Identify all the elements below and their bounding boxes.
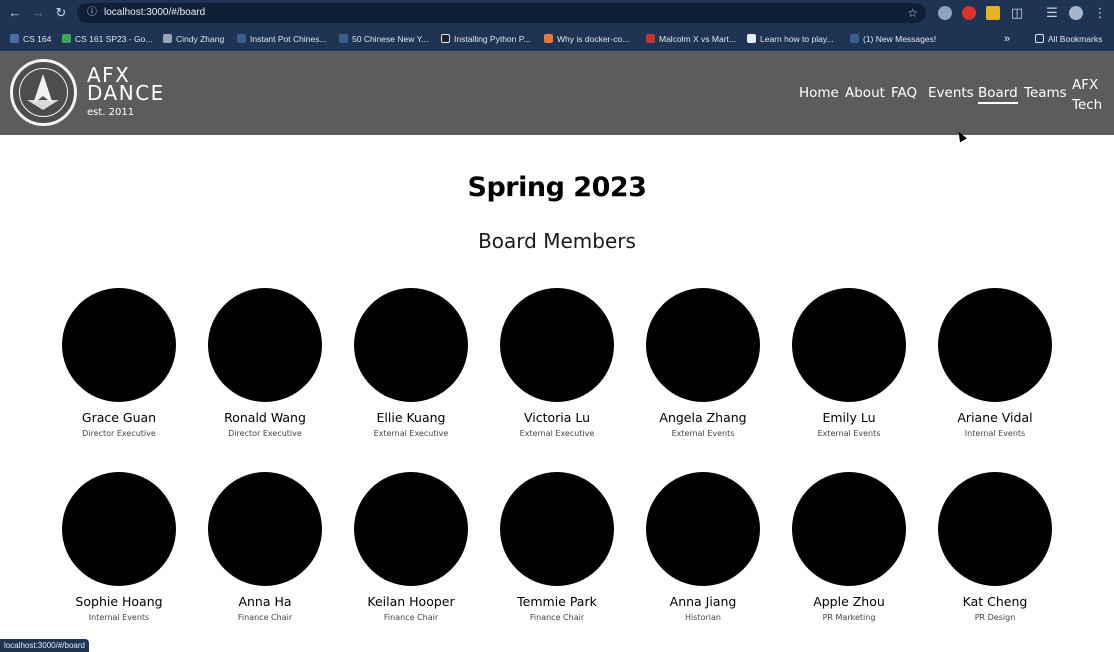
member-role: PR Design: [974, 613, 1016, 622]
member-role: External Events: [817, 429, 881, 438]
bookmark-favicon-icon: [747, 34, 756, 43]
media-control-icon[interactable]: ☰: [1043, 4, 1061, 22]
member-name: Victoria Lu: [523, 410, 591, 425]
address-bar[interactable]: ⓘ localhost:3000/#/board ☆: [77, 3, 926, 23]
menu-kebab-icon[interactable]: ⋮: [1091, 4, 1109, 22]
bookmark-favicon-icon: [10, 34, 19, 43]
member-name: Sophie Hoang: [75, 594, 163, 609]
page-title: Spring 2023: [467, 172, 647, 203]
member-photo: [938, 472, 1052, 586]
bookmark-favicon-icon: [646, 34, 655, 43]
member-name: Anna Jiang: [669, 594, 737, 609]
extension-icon[interactable]: [938, 6, 952, 20]
member-photo: [792, 472, 906, 586]
member-role: Finance Chair: [383, 613, 439, 622]
member-role: External Events: [671, 429, 735, 438]
bookmark-favicon-icon: [544, 34, 553, 43]
code-icon: [163, 34, 172, 43]
member-photo: [792, 288, 906, 402]
member-name: Kat Cheng: [962, 594, 1028, 609]
status-bar-url: localhost:3000/#/board: [0, 639, 89, 652]
back-icon[interactable]: ←: [6, 4, 24, 22]
member-photo: [938, 288, 1052, 402]
nav-home[interactable]: Home: [799, 85, 839, 101]
member-name: Ellie Kuang: [376, 410, 446, 425]
section-subtitle: Board Members: [478, 229, 636, 253]
member-name: Temmie Park: [517, 594, 597, 609]
member-photo: [62, 288, 176, 402]
bookmark-star-icon[interactable]: ☆: [907, 5, 918, 21]
bookmarks-overflow-icon[interactable]: »: [1004, 32, 1010, 46]
bookmark-item[interactable]: Learn how to play...: [747, 32, 834, 46]
bookmark-item[interactable]: CS 164: [10, 32, 51, 46]
member-role: Director Executive: [82, 429, 156, 438]
member-name: Apple Zhou: [813, 594, 885, 609]
bookmark-item[interactable]: (1) New Messages!: [850, 32, 936, 46]
member-photo: [354, 472, 468, 586]
extension-icon[interactable]: [962, 6, 976, 20]
nav-events[interactable]: Events: [928, 85, 974, 101]
extension-icon[interactable]: [986, 6, 1000, 20]
member-role: Internal Events: [88, 613, 150, 622]
bookmark-favicon-icon: [339, 34, 348, 43]
afx-logo[interactable]: [10, 59, 77, 126]
member-role: Finance Chair: [237, 613, 293, 622]
bookmark-item[interactable]: 50 Chinese New Y...: [339, 32, 428, 46]
member-photo: [354, 288, 468, 402]
member-name: Keilan Hooper: [367, 594, 455, 609]
member-role: Internal Events: [964, 429, 1026, 438]
nav-afx-tech[interactable]: AFX Tech: [1072, 75, 1102, 115]
bookmark-item[interactable]: Instant Pot Chines...: [237, 32, 327, 46]
all-bookmarks-button[interactable]: All Bookmarks: [1035, 32, 1102, 46]
bookmark-item[interactable]: Why is docker-co...: [544, 32, 629, 46]
member-name: Ronald Wang: [224, 410, 306, 425]
nav-faq[interactable]: FAQ: [891, 85, 917, 101]
member-role: Finance Chair: [529, 613, 585, 622]
member-photo: [208, 288, 322, 402]
bookmark-item[interactable]: Cindy Zhang: [163, 32, 224, 46]
url-text: localhost:3000/#/board: [104, 7, 206, 18]
address-row: ← → ↻ ⓘ localhost:3000/#/board ☆ ◫ ☰ ⋮: [0, 0, 1114, 26]
member-name: Emily Lu: [822, 410, 876, 425]
logo-emblem-icon: [27, 74, 59, 110]
nav-teams[interactable]: Teams: [1024, 85, 1067, 101]
bookmark-favicon-icon: [62, 34, 71, 43]
bookmark-item[interactable]: Installing Python P...: [441, 32, 530, 46]
member-role: PR Marketing: [822, 613, 876, 622]
bookmark-favicon-icon: [237, 34, 246, 43]
member-photo: [646, 288, 760, 402]
nav-about[interactable]: About: [845, 85, 885, 101]
member-photo: [646, 472, 760, 586]
nav-board[interactable]: Board: [978, 85, 1018, 104]
nav-afx-tech-line1: AFX: [1072, 77, 1099, 93]
member-role: External Executive: [373, 429, 449, 438]
member-role: Director Executive: [228, 429, 302, 438]
nav-afx-tech-line2: Tech: [1072, 97, 1103, 113]
brand-name-line2: DANCE: [87, 81, 165, 105]
member-photo: [62, 472, 176, 586]
brand-est: est. 2011: [87, 107, 135, 118]
site-info-icon[interactable]: ⓘ: [85, 6, 99, 20]
bookmark-favicon-icon: [441, 34, 450, 43]
bookmark-item[interactable]: CS 161 SP23 - Go...: [62, 32, 152, 46]
member-name: Ariane Vidal: [957, 410, 1033, 425]
site-header: AFX DANCE est. 2011 Home About FAQ Event…: [0, 51, 1114, 135]
browser-chrome: ← → ↻ ⓘ localhost:3000/#/board ☆ ◫ ☰ ⋮ C…: [0, 0, 1114, 51]
member-role: External Executive: [519, 429, 595, 438]
forward-icon[interactable]: →: [29, 4, 47, 22]
member-photo: [500, 472, 614, 586]
reload-icon[interactable]: ↻: [52, 4, 70, 22]
member-name: Anna Ha: [238, 594, 292, 609]
extensions-puzzle-icon[interactable]: ◫: [1008, 4, 1026, 22]
bookmarks-bar: CS 164 CS 161 SP23 - Go... Cindy Zhang I…: [0, 28, 1114, 50]
folder-icon: [1035, 34, 1044, 43]
member-photo: [500, 288, 614, 402]
bookmark-item[interactable]: Malcolm X vs Mart...: [646, 32, 736, 46]
member-role: Historian: [685, 613, 721, 622]
member-name: Grace Guan: [81, 410, 157, 425]
member-photo: [208, 472, 322, 586]
bookmark-favicon-icon: [850, 34, 859, 43]
member-name: Angela Zhang: [659, 410, 747, 425]
profile-avatar-icon[interactable]: [1069, 6, 1083, 20]
